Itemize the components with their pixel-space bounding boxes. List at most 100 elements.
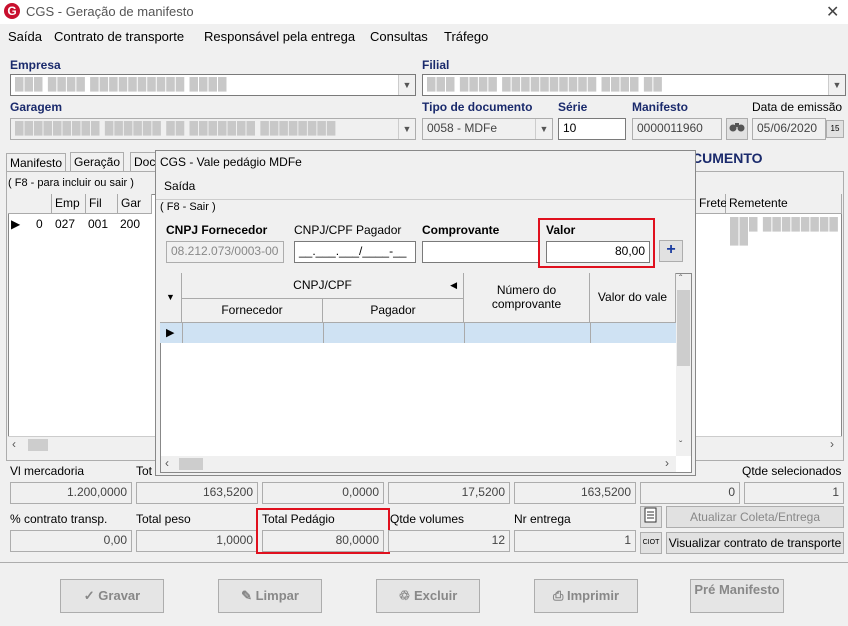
tab-geracao[interactable]: Geração <box>70 152 125 171</box>
printer-icon: ⎙ <box>552 588 567 603</box>
calendar-icon[interactable]: 15 <box>826 120 844 138</box>
scroll-down-icon[interactable]: ˇ <box>679 440 682 451</box>
trash-icon: ♲ <box>398 588 414 603</box>
atualizar-coleta-entrega-button[interactable]: Atualizar Coleta/Entrega <box>666 506 844 528</box>
menu-contrato-transporte[interactable]: Contrato de transporte <box>54 29 184 44</box>
garagem-label: Garagem <box>10 100 63 114</box>
document-icon[interactable] <box>640 506 662 528</box>
qtde-volumes-label: Qtde volumes <box>390 512 465 526</box>
total-peso-label: Total peso <box>136 512 191 526</box>
col-group-cnpj[interactable]: CNPJ/CPF ◀ <box>182 273 464 299</box>
pct-contrato-label: % contrato transp. <box>10 512 108 526</box>
filial-label: Filial <box>422 58 450 72</box>
empresa-label: Empresa <box>10 58 61 72</box>
menu-bar: Saída Contrato de transporte Responsável… <box>0 26 848 48</box>
scroll-right-icon[interactable]: › <box>665 456 669 470</box>
close-icon[interactable]: ✕ <box>826 2 839 22</box>
imprimir-button[interactable]: ⎙ Imprimir <box>534 579 638 613</box>
filial-select[interactable]: ███ ████ ██████████ ████ ██ ▼ <box>422 74 846 96</box>
menu-saida[interactable]: Saída <box>8 29 42 44</box>
hint-f8-main: ( F8 - para incluir ou sair ) <box>8 177 134 189</box>
tab-manifesto[interactable]: Manifesto <box>6 153 67 172</box>
serie-input[interactable]: 10 <box>558 118 626 140</box>
col-gar[interactable]: Gar <box>118 194 152 214</box>
scroll-up-icon[interactable]: ˆ <box>679 274 682 285</box>
menu-consultas[interactable]: Consultas <box>370 29 428 44</box>
qtde-selecionados-field: 1 <box>744 482 844 504</box>
menu-trafego[interactable]: Tráfego <box>444 29 488 44</box>
col-fil[interactable]: Fil <box>86 194 118 214</box>
vl-mercadoria-label: Vl mercadoria <box>10 464 85 478</box>
total-label: Tot <box>136 464 153 478</box>
divider <box>0 562 848 563</box>
check-icon: ✓ <box>83 588 99 603</box>
total-field-3: 0,0000 <box>262 482 384 504</box>
ciot-icon[interactable]: CIOT <box>640 532 662 554</box>
nr-entrega-label: Nr entrega <box>514 512 571 526</box>
binoculars-icon[interactable] <box>726 118 748 140</box>
limpar-button[interactable]: ✎ Limpar <box>218 579 322 613</box>
menu-responsavel-entrega[interactable]: Responsável pela entrega <box>204 29 355 44</box>
title-bar: G CGS - Geração de manifesto ✕ <box>0 0 848 24</box>
col-remetente[interactable]: Remetente <box>726 194 842 214</box>
data-emissao-input[interactable]: 05/06/2020 <box>752 118 826 140</box>
row-pointer-icon: ▶ <box>11 217 21 231</box>
empresa-select[interactable]: ███ ████ ██████████ ████ ▼ <box>10 74 416 96</box>
total-field-4: 17,5200 <box>388 482 510 504</box>
chevron-down-icon[interactable]: ▼ <box>398 75 415 95</box>
table-row[interactable]: ▶ <box>160 323 676 343</box>
chevron-down-icon[interactable]: ▼ <box>398 119 415 139</box>
qtde-volumes-field: 12 <box>388 530 510 552</box>
tipo-documento-select[interactable]: 0058 - MDFe ▼ <box>422 118 553 140</box>
data-emissao-label: Data de emissão <box>752 100 843 114</box>
excluir-button[interactable]: ♲ Excluir <box>376 579 480 613</box>
col-frete[interactable]: Frete <box>696 194 727 214</box>
pre-manifesto-button[interactable]: Pré Manifesto <box>690 579 784 613</box>
tipo-documento-label: Tipo de documento <box>422 100 533 114</box>
total-field-6: 0 <box>640 482 740 504</box>
total-pedagio-highlight <box>256 508 390 554</box>
collapse-arrow-icon[interactable]: ◀ <box>450 273 457 297</box>
chevron-down-icon[interactable]: ▼ <box>160 273 182 323</box>
dialog-title: CGS - Vale pedágio MDFe <box>160 155 302 169</box>
chevron-down-icon[interactable]: ▼ <box>828 75 845 95</box>
dialog-hint: ( F8 - Sair ) <box>160 201 216 213</box>
chevron-down-icon[interactable]: ▼ <box>535 119 552 139</box>
col-emp[interactable]: Emp <box>52 194 86 214</box>
col-numero-comprovante[interactable]: Número do comprovante <box>464 273 590 323</box>
qtde-selecionados-label: Qtde selecionados <box>742 464 842 478</box>
visualizar-contrato-button[interactable]: Visualizar contrato de transporte <box>666 532 844 554</box>
vale-pedagio-dialog: CGS - Vale pedágio MDFe Saída ( F8 - Sai… <box>155 150 696 476</box>
tab-bar: Manifesto Geração Doc <box>6 152 166 172</box>
garagem-select[interactable]: █████████ ██████ ██ ███████ ████████ ▼ <box>10 118 416 140</box>
window-title: CGS - Geração de manifesto <box>26 4 194 19</box>
total-frete-field: 163,5200 <box>136 482 258 504</box>
vale-grid-hscrollbar[interactable]: ‹ › <box>161 456 676 472</box>
vl-mercadoria-field: 1.200,0000 <box>10 482 132 504</box>
comprovante-input[interactable] <box>422 241 540 263</box>
cnpj-pagador-input[interactable]: __.___.___/____-__ <box>294 241 416 263</box>
dialog-menu-saida[interactable]: Saída <box>164 179 195 193</box>
scroll-left-icon[interactable]: ‹ <box>165 456 169 470</box>
total-peso-field: 1,0000 <box>136 530 258 552</box>
row-pointer-icon: ▶ <box>166 327 175 339</box>
scroll-left-icon[interactable]: ‹ <box>12 437 16 451</box>
manifesto-input[interactable]: 0000011960 <box>632 118 722 140</box>
add-button[interactable]: + <box>659 240 683 262</box>
valor-highlight <box>538 218 655 268</box>
total-field-5: 163,5200 <box>514 482 636 504</box>
cnpj-fornecedor-input[interactable]: 08.212.073/0003-00 <box>166 241 284 263</box>
vale-grid-header: ▼ CNPJ/CPF ◀ Fornecedor Pagador Número d… <box>160 273 676 323</box>
gravar-button[interactable]: ✓ Gravar <box>60 579 164 613</box>
col-valor-vale[interactable]: Valor do vale <box>590 273 676 323</box>
col-fornecedor[interactable]: Fornecedor <box>182 299 323 323</box>
eraser-icon: ✎ <box>241 588 256 603</box>
vale-grid-vscrollbar[interactable]: ˆ ˇ <box>676 274 691 456</box>
cnpj-pagador-label: CNPJ/CPF Pagador <box>294 223 402 237</box>
app-logo-icon: G <box>4 3 20 19</box>
scroll-right-icon[interactable]: › <box>830 437 834 451</box>
serie-label: Série <box>558 100 588 114</box>
manifesto-label: Manifesto <box>632 100 689 114</box>
col-pagador[interactable]: Pagador <box>323 299 464 323</box>
pct-contrato-field: 0,00 <box>10 530 132 552</box>
